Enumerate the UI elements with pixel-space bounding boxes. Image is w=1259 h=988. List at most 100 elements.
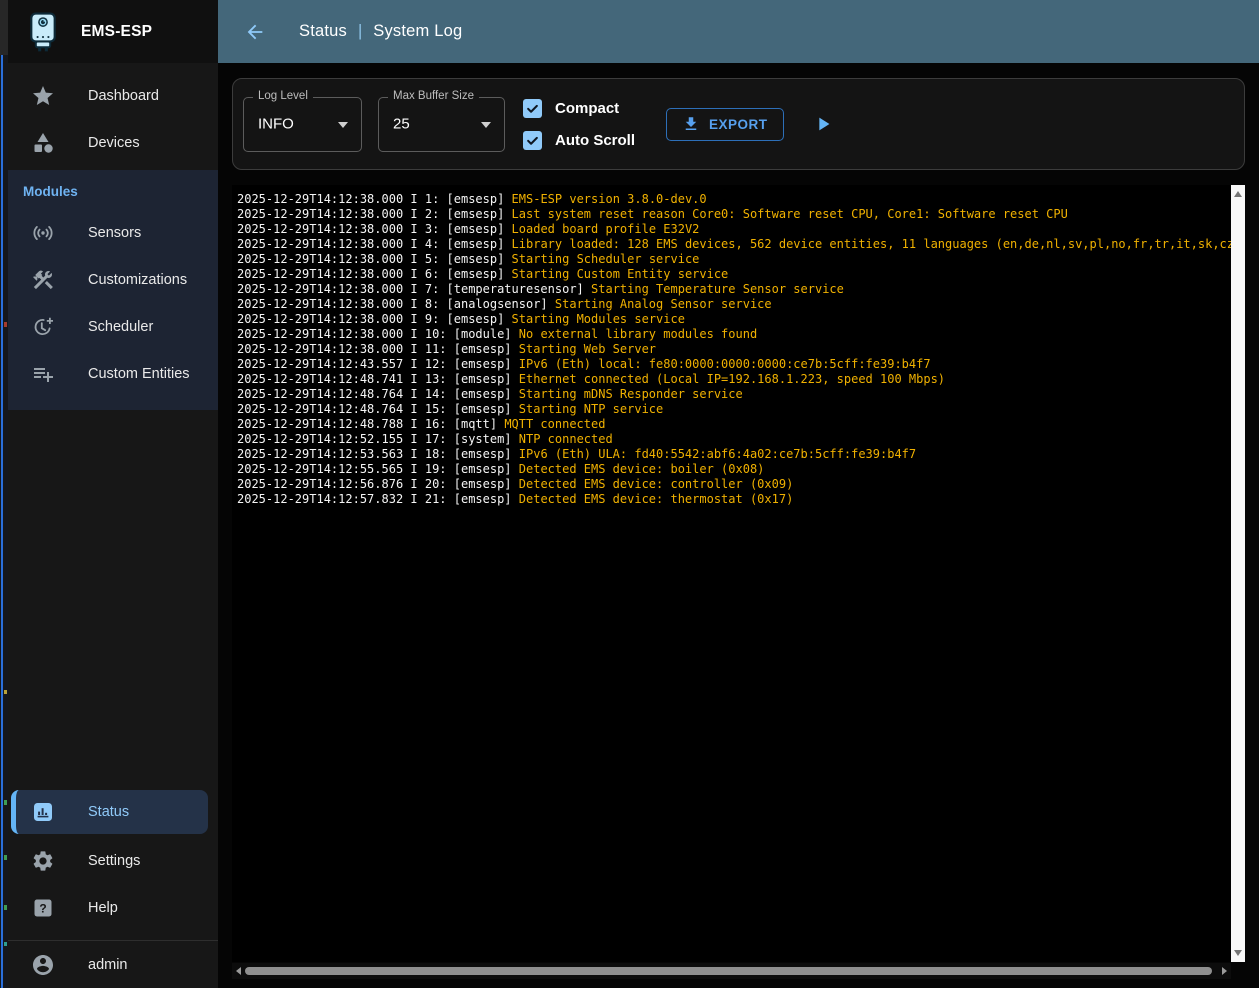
log-line-message: IPv6 (Eth) ULA: fd40:5542:abf6:4a02:ce7b…: [519, 447, 916, 461]
sidebar-item-label: Settings: [88, 853, 140, 869]
sidebar-item-label: Sensors: [88, 225, 141, 241]
sidebar-nav-user: admin: [8, 941, 218, 988]
auto-scroll-label: Auto Scroll: [555, 132, 635, 149]
log-line: 2025-12-29T14:12:55.565 I 19: [emsesp] D…: [237, 462, 1231, 477]
scroll-down-arrow-icon[interactable]: [1234, 950, 1242, 956]
log-level-value: INFO: [258, 116, 294, 133]
sidebar-item-help[interactable]: ?Help: [8, 884, 218, 931]
checkbox-box: [523, 99, 542, 118]
sidebar: EMS-ESP DashboardDevices Modules Sensors…: [8, 0, 218, 988]
app-title: EMS-ESP: [81, 23, 152, 41]
sidebar-item-custom-entities[interactable]: Custom Entities: [8, 350, 218, 397]
log-line-message: Detected EMS device: boiler (0x08): [519, 462, 765, 476]
log-level-select[interactable]: Log Level INFO: [243, 97, 362, 152]
background-window-accent-line: [1, 55, 3, 988]
max-buffer-size-label: Max Buffer Size: [388, 90, 479, 102]
sidebar-item-scheduler[interactable]: Scheduler: [8, 303, 218, 350]
log-line-message: NTP connected: [519, 432, 613, 446]
log-line-message: Starting mDNS Responder service: [519, 387, 743, 401]
log-line-message: Starting Modules service: [512, 312, 685, 326]
page-title: System Log: [373, 22, 462, 41]
account-circle-icon: [31, 953, 55, 977]
sidebar-item-label: Scheduler: [88, 319, 153, 335]
category-icon: [31, 131, 55, 155]
log-line: 2025-12-29T14:12:38.000 I 7: [temperatur…: [237, 282, 1231, 297]
log-level-label: Log Level: [253, 90, 313, 102]
log-line-prefix: 2025-12-29T14:12:38.000 I 6: [emsesp]: [237, 267, 512, 281]
log-line-message: No external library modules found: [519, 327, 757, 341]
log-line-message: Starting Scheduler service: [512, 252, 700, 266]
scroll-up-arrow-icon[interactable]: [1234, 191, 1242, 197]
log-line-message: Starting Analog Sensor service: [555, 297, 772, 311]
sensors-icon: [31, 221, 55, 245]
sidebar-item-label: Dashboard: [88, 88, 159, 104]
log-line-message: Detected EMS device: controller (0x09): [519, 477, 794, 491]
sidebar-item-status[interactable]: Status: [11, 790, 208, 834]
log-line: 2025-12-29T14:12:38.000 I 5: [emsesp] St…: [237, 252, 1231, 267]
sidebar-item-settings[interactable]: Settings: [8, 837, 218, 884]
scroll-left-arrow-icon[interactable]: [236, 967, 241, 975]
background-speck: [4, 800, 7, 805]
log-line-prefix: 2025-12-29T14:12:38.000 I 4: [emsesp]: [237, 237, 512, 251]
sidebar-modules-section: Modules SensorsCustomizationsSchedulerCu…: [8, 170, 218, 410]
sidebar-item-sensors[interactable]: Sensors: [8, 209, 218, 256]
compact-label: Compact: [555, 100, 619, 117]
log-line: 2025-12-29T14:12:38.000 I 1: [emsesp] EM…: [237, 192, 1231, 207]
log-line-message: Starting Custom Entity service: [512, 267, 729, 281]
export-button[interactable]: EXPORT: [666, 108, 784, 141]
play-button[interactable]: [812, 113, 834, 135]
help-icon: ?: [31, 896, 55, 920]
log-line: 2025-12-29T14:12:38.000 I 9: [emsesp] St…: [237, 312, 1231, 327]
background-window-edge: [0, 0, 8, 988]
log-line-message: MQTT connected: [504, 417, 605, 431]
background-speck: [4, 942, 7, 946]
auto-scroll-checkbox[interactable]: Auto Scroll: [523, 131, 635, 150]
log-line: 2025-12-29T14:12:56.876 I 20: [emsesp] D…: [237, 477, 1231, 492]
sidebar-item-customizations[interactable]: Customizations: [8, 256, 218, 303]
log-line-prefix: 2025-12-29T14:12:57.832 I 21: [emsesp]: [237, 492, 519, 506]
download-icon: [682, 115, 700, 133]
gear-icon: [31, 849, 55, 873]
log-toolbar-panel: Log Level INFO Max Buffer Size 25 Compac…: [232, 78, 1245, 170]
background-speck: [4, 322, 7, 327]
log-line: 2025-12-29T14:12:38.000 I 8: [analogsens…: [237, 297, 1231, 312]
horizontal-scrollbar-thumb[interactable]: [245, 967, 1212, 975]
background-speck: [4, 905, 7, 910]
background-speck: [4, 690, 7, 694]
sidebar-item-label: Status: [88, 804, 129, 820]
scroll-right-arrow-icon[interactable]: [1222, 967, 1227, 975]
log-line-message: Detected EMS device: thermostat (0x17): [519, 492, 794, 506]
log-line: 2025-12-29T14:12:48.788 I 16: [mqtt] MQT…: [237, 417, 1231, 432]
assessment-icon: [31, 800, 55, 824]
horizontal-scrollbar[interactable]: [232, 963, 1231, 979]
sidebar-item-label: Customizations: [88, 272, 187, 288]
log-line: 2025-12-29T14:12:38.000 I 11: [emsesp] S…: [237, 342, 1231, 357]
sidebar-nav-modules: Sensors Customizations Scheduler Custom Ent…: [8, 209, 218, 397]
log-line: 2025-12-29T14:12:48.764 I 14: [emsesp] S…: [237, 387, 1231, 402]
log-line: 2025-12-29T14:12:38.000 I 2: [emsesp] La…: [237, 207, 1231, 222]
log-line: 2025-12-29T14:12:43.557 I 12: [emsesp] I…: [237, 357, 1231, 372]
log-line-prefix: 2025-12-29T14:12:38.000 I 5: [emsesp]: [237, 252, 512, 266]
log-line-message: Starting Temperature Sensor service: [591, 282, 844, 296]
vertical-scrollbar[interactable]: [1231, 185, 1245, 962]
log-line-prefix: 2025-12-29T14:12:38.000 I 2: [emsesp]: [237, 207, 512, 221]
log-line: 2025-12-29T14:12:57.832 I 21: [emsesp] D…: [237, 492, 1231, 507]
log-line-prefix: 2025-12-29T14:12:48.741 I 13: [emsesp]: [237, 372, 519, 386]
back-arrow-icon[interactable]: [244, 21, 266, 43]
sidebar-item-devices[interactable]: Devices: [8, 119, 218, 166]
boiler-logo-icon: [25, 11, 61, 53]
max-buffer-size-select[interactable]: Max Buffer Size 25: [378, 97, 505, 152]
sidebar-item-dashboard[interactable]: Dashboard: [8, 72, 218, 119]
chevron-down-icon: [481, 122, 491, 128]
log-line-prefix: 2025-12-29T14:12:55.565 I 19: [emsesp]: [237, 462, 519, 476]
compact-checkbox[interactable]: Compact: [523, 99, 635, 118]
log-line-prefix: 2025-12-29T14:12:52.155 I 17: [system]: [237, 432, 519, 446]
playlist-add-icon: [31, 362, 55, 386]
sidebar-item-admin[interactable]: admin: [8, 941, 218, 988]
log-line-prefix: 2025-12-29T14:12:53.563 I 18: [emsesp]: [237, 447, 519, 461]
construction-icon: [31, 268, 55, 292]
log-line-message: EMS-ESP version 3.8.0-dev.0: [512, 192, 707, 206]
breadcrumb-section: Status: [299, 22, 347, 41]
log-line: 2025-12-29T14:12:38.000 I 4: [emsesp] Li…: [237, 237, 1231, 252]
checkbox-group: Compact Auto Scroll: [523, 99, 635, 150]
